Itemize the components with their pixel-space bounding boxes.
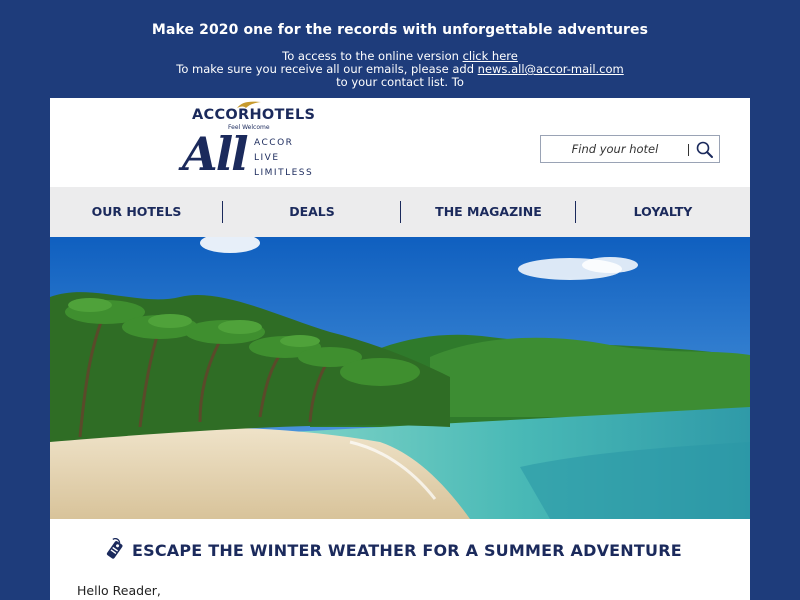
- email-body: ACCORHOTELS Feel Welcome All ACCOR LIVE …: [50, 98, 750, 600]
- hero-beach-image[interactable]: [50, 237, 750, 519]
- search-icon: [696, 141, 713, 158]
- hotel-search-input[interactable]: [545, 139, 685, 159]
- online-version-line: To access to the online version click he…: [0, 49, 800, 63]
- all-sub-line: ACCOR: [254, 138, 294, 148]
- safelist-text: To make sure you receive all our emails,…: [176, 62, 474, 76]
- section-heading: ESCAPE THE WINTER WEATHER FOR A SUMMER A…: [102, 538, 682, 562]
- nav-the-magazine[interactable]: THE MAGAZINE: [401, 187, 576, 237]
- hotel-search: [540, 135, 720, 163]
- nav-deals[interactable]: DEALS: [223, 187, 401, 237]
- accorhotels-wordmark: ACCORHOTELS: [192, 107, 316, 123]
- all-sub-line: LIVE: [254, 153, 280, 163]
- search-divider: [688, 144, 689, 156]
- all-logo-mark: All: [182, 127, 249, 181]
- main-nav: OUR HOTELS DEALS THE MAGAZINE LOYALTY: [50, 187, 750, 237]
- nav-our-hotels[interactable]: OUR HOTELS: [50, 187, 223, 237]
- all-sub-line: LIMITLESS: [254, 168, 314, 178]
- section-title-text: ESCAPE THE WINTER WEATHER FOR A SUMMER A…: [132, 540, 682, 560]
- luggage-tag-icon: [106, 538, 123, 559]
- brand-logo[interactable]: ACCORHOTELS Feel Welcome All ACCOR LIVE …: [180, 98, 330, 188]
- nav-loyalty[interactable]: LOYALTY: [576, 187, 750, 237]
- sender-email-link[interactable]: news.all@accor-mail.com: [478, 62, 624, 76]
- email-preheader: Make 2020 one for the records with unfor…: [0, 0, 800, 98]
- greeting-text: Hello Reader,: [77, 583, 161, 598]
- search-button[interactable]: [695, 140, 715, 160]
- online-version-text: To access to the online version: [282, 49, 459, 63]
- contact-list-line: to your contact list. To: [336, 75, 464, 89]
- click-here-link[interactable]: click here: [463, 49, 518, 63]
- safelist-line: To make sure you receive all our emails,…: [0, 62, 800, 76]
- preheader-headline: Make 2020 one for the records with unfor…: [151, 22, 649, 38]
- tropical-beach-illustration: [50, 237, 750, 519]
